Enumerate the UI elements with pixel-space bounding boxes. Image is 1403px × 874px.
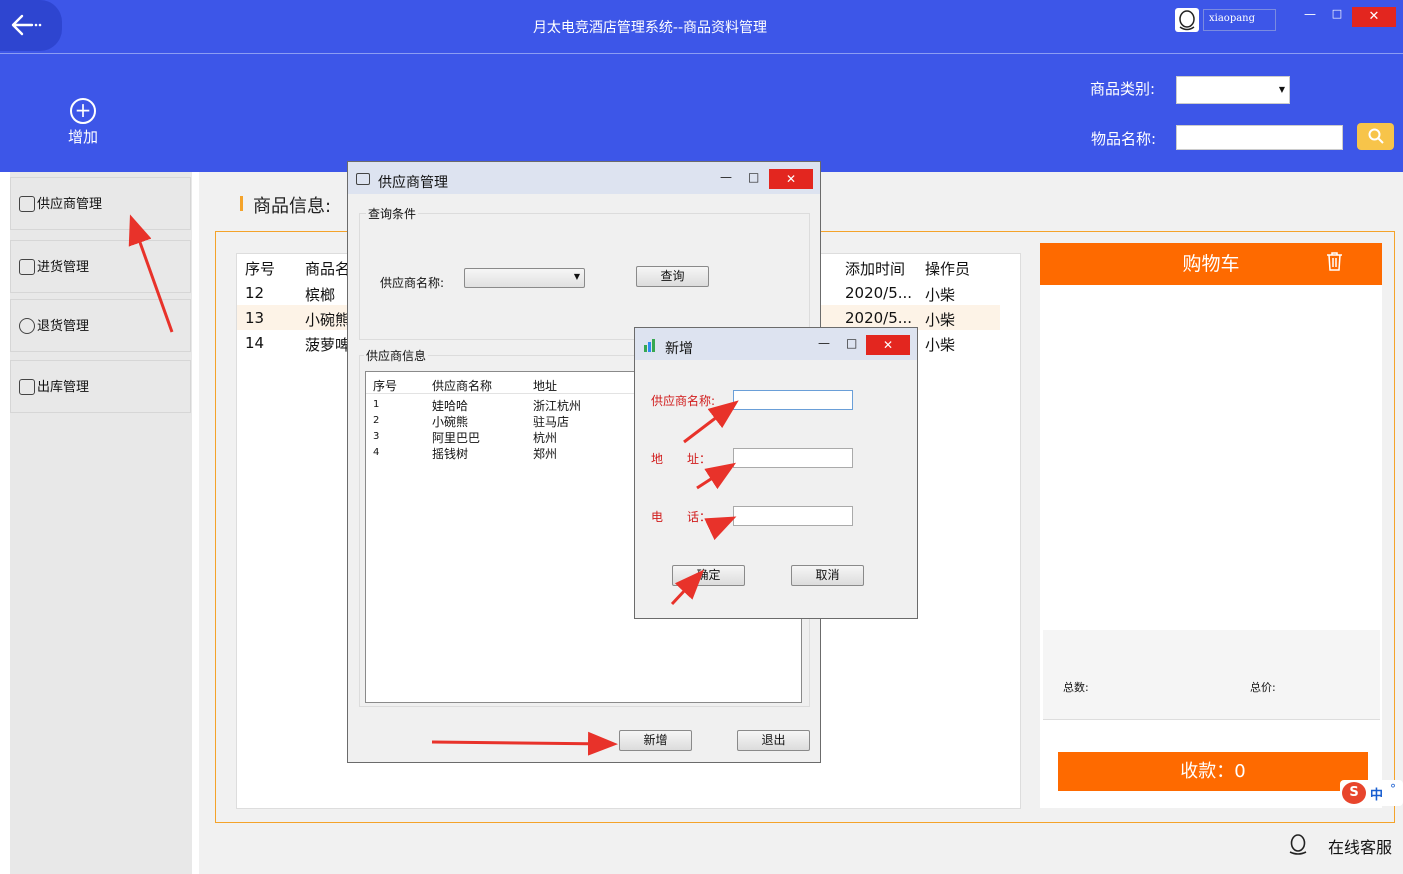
table-cell[interactable]: 14	[245, 334, 264, 352]
column-header-name[interactable]: 商品名	[305, 258, 350, 279]
column-header-time[interactable]: 添加时间	[845, 258, 905, 279]
store-icon	[356, 173, 370, 185]
dialog-minimize-button[interactable]: —	[720, 170, 732, 184]
online-service-link[interactable]: 在线客服	[1328, 834, 1392, 858]
table-cell[interactable]: 小碗熊	[305, 309, 350, 330]
sidebar-item-return[interactable]: 退货管理	[10, 299, 191, 352]
table-cell[interactable]: 12	[245, 284, 264, 302]
plus-circle-icon: +	[70, 98, 96, 124]
column-header-id[interactable]: 序号	[373, 377, 397, 394]
confirm-button[interactable]: 确定	[672, 565, 745, 586]
column-header-supplier-name[interactable]: 供应商名称	[432, 377, 492, 394]
supplier-name-select[interactable]: ▼	[464, 268, 585, 288]
clipboard-icon	[19, 259, 35, 275]
cart-price-label: 总价:	[1250, 681, 1276, 694]
dialog-close-button[interactable]: ✕	[769, 169, 813, 189]
list-cell[interactable]: 4	[373, 447, 379, 458]
query-group-title: 查询条件	[366, 205, 419, 222]
list-cell[interactable]: 驻马店	[533, 413, 569, 430]
dropdown-arrow-icon: ▼	[1278, 85, 1285, 94]
table-cell[interactable]: 菠萝啤	[305, 334, 350, 355]
supplier-name-label: 供应商名称:	[380, 276, 445, 290]
new-supplier-button[interactable]: 新增	[619, 730, 692, 751]
sidebar-item-outbound[interactable]: 出库管理	[10, 360, 191, 413]
username-label: xiaopang	[1203, 9, 1276, 31]
ime-lang: 中	[1370, 788, 1384, 803]
outbox-icon	[19, 379, 35, 395]
sogou-icon: S	[1342, 782, 1366, 804]
list-cell[interactable]: 浙江杭州	[533, 397, 581, 414]
address-label: 地 址：	[651, 452, 712, 466]
dropdown-arrow-icon: ▼	[573, 272, 580, 281]
table-cell[interactable]: 2020/5...	[845, 309, 912, 327]
sidebar-item-label: 出库管理	[37, 380, 90, 395]
ime-indicator[interactable]: S 中 °	[1340, 780, 1403, 806]
list-cell[interactable]: 摇钱树	[432, 445, 468, 462]
sidebar-item-supplier[interactable]: 供应商管理	[10, 177, 191, 230]
phone-label: 电 话：	[651, 510, 712, 524]
exit-button[interactable]: 退出	[737, 730, 810, 751]
category-label: 商品类别:	[1090, 80, 1156, 98]
column-header-address[interactable]: 地址	[533, 377, 557, 394]
window-minimize-button[interactable]: —	[1300, 7, 1320, 25]
column-header-id[interactable]: 序号	[245, 258, 275, 279]
section-marker	[240, 196, 243, 211]
window-maximize-button[interactable]: □	[1326, 7, 1348, 25]
item-name-label: 物品名称:	[1091, 130, 1157, 148]
header-divider	[0, 53, 1403, 54]
dialog-maximize-button[interactable]: □	[748, 170, 759, 184]
table-cell[interactable]: 小柴	[925, 284, 955, 305]
item-name-input[interactable]	[1176, 125, 1343, 150]
column-header-operator[interactable]: 操作员	[925, 258, 970, 279]
list-cell[interactable]: 3	[373, 431, 379, 442]
add-button-label: 增加	[67, 128, 98, 146]
add-button[interactable]: + 增加	[58, 98, 108, 146]
search-button[interactable]	[1357, 123, 1394, 150]
app-title: 月太电竞酒店管理系统--商品资料管理	[532, 20, 768, 36]
dialog-maximize-button[interactable]: □	[846, 336, 857, 350]
list-cell[interactable]: 郑州	[533, 445, 557, 462]
sidebar-item-label: 退货管理	[37, 319, 90, 334]
search-icon	[1368, 128, 1384, 144]
sidebar-item-label: 供应商管理	[37, 197, 103, 212]
category-select[interactable]: ▼	[1176, 76, 1290, 104]
table-cell[interactable]: 槟榔	[305, 284, 335, 305]
table-cell[interactable]: 小柴	[925, 334, 955, 355]
cart-summary	[1043, 630, 1380, 720]
table-cell[interactable]: 2020/5...	[845, 284, 912, 302]
sidebar-item-label: 进货管理	[37, 260, 90, 275]
phone-input[interactable]	[733, 506, 853, 526]
pay-button[interactable]: 收款：0	[1058, 752, 1368, 791]
dialog-close-button[interactable]: ✕	[866, 335, 910, 355]
list-cell[interactable]: 小碗熊	[432, 413, 468, 430]
new-supplier-name-input[interactable]	[733, 390, 853, 410]
cart-count-label: 总数:	[1063, 681, 1089, 694]
supplier-info-title: 供应商信息	[364, 347, 429, 364]
qq-icon[interactable]	[1286, 832, 1310, 856]
chart-icon	[643, 338, 657, 352]
new-supplier-name-label: 供应商名称:	[651, 394, 716, 408]
list-cell[interactable]: 1	[373, 399, 379, 410]
query-button[interactable]: 查询	[636, 266, 709, 287]
table-cell[interactable]: 13	[245, 309, 264, 327]
return-icon	[19, 318, 35, 334]
goods-section-title: 商品信息:	[253, 196, 332, 217]
list-cell[interactable]: 2	[373, 415, 379, 426]
trash-icon[interactable]	[1326, 251, 1343, 271]
table-cell[interactable]: 小柴	[925, 309, 955, 330]
store-icon	[19, 196, 35, 212]
list-cell[interactable]: 阿里巴巴	[432, 429, 480, 446]
sidebar-item-purchase[interactable]: 进货管理	[10, 240, 191, 293]
list-cell[interactable]: 娃哈哈	[432, 397, 468, 414]
address-input[interactable]	[733, 448, 853, 468]
list-cell[interactable]: 杭州	[533, 429, 557, 446]
dialog-minimize-button[interactable]: —	[818, 336, 830, 350]
window-close-button[interactable]: ✕	[1352, 7, 1396, 27]
cart-panel	[1040, 243, 1382, 808]
qq-avatar-icon	[1179, 10, 1195, 31]
user-avatar	[1175, 8, 1199, 32]
ime-punct: °	[1390, 782, 1396, 796]
cancel-button[interactable]: 取消	[791, 565, 864, 586]
